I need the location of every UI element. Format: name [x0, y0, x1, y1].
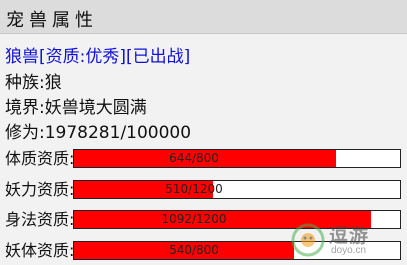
stat-bar-value: 510/1200 — [165, 182, 223, 196]
watermark-site: doyo.cn — [331, 245, 367, 256]
stat-label: 体质资质: — [5, 149, 75, 168]
stat-bar-value: 540/800 — [169, 243, 219, 257]
watermark-brand: 逗游 — [329, 225, 370, 247]
stat-bar: 510/1200 — [73, 180, 401, 199]
doyo-logo-icon — [291, 223, 325, 257]
pet-cultivation: 修为:1978281/100000 — [5, 123, 192, 143]
stat-row-demon-power: 妖力资质: 510/1200 — [5, 178, 405, 202]
stat-label: 身法资质: — [5, 210, 75, 229]
pet-realm: 境界:妖兽境大圆满 — [5, 98, 147, 118]
pet-race: 种族:狼 — [5, 73, 62, 93]
pet-name[interactable]: 狼兽[资质:优秀][已出战] — [5, 46, 190, 68]
stat-row-constitution: 体质资质: 644/800 — [5, 147, 405, 171]
title-bar: 宠兽属性 — [0, 0, 407, 34]
stat-bar-value: 1092/1200 — [161, 212, 227, 226]
site-watermark: 逗游 doyo.cn — [291, 219, 401, 263]
stat-bar-value: 644/800 — [169, 151, 219, 165]
window-title: 宠兽属性 — [6, 10, 98, 31]
stat-bar: 644/800 — [73, 149, 401, 168]
stat-label: 妖力资质: — [5, 180, 75, 199]
stat-label: 妖体资质: — [5, 241, 75, 260]
